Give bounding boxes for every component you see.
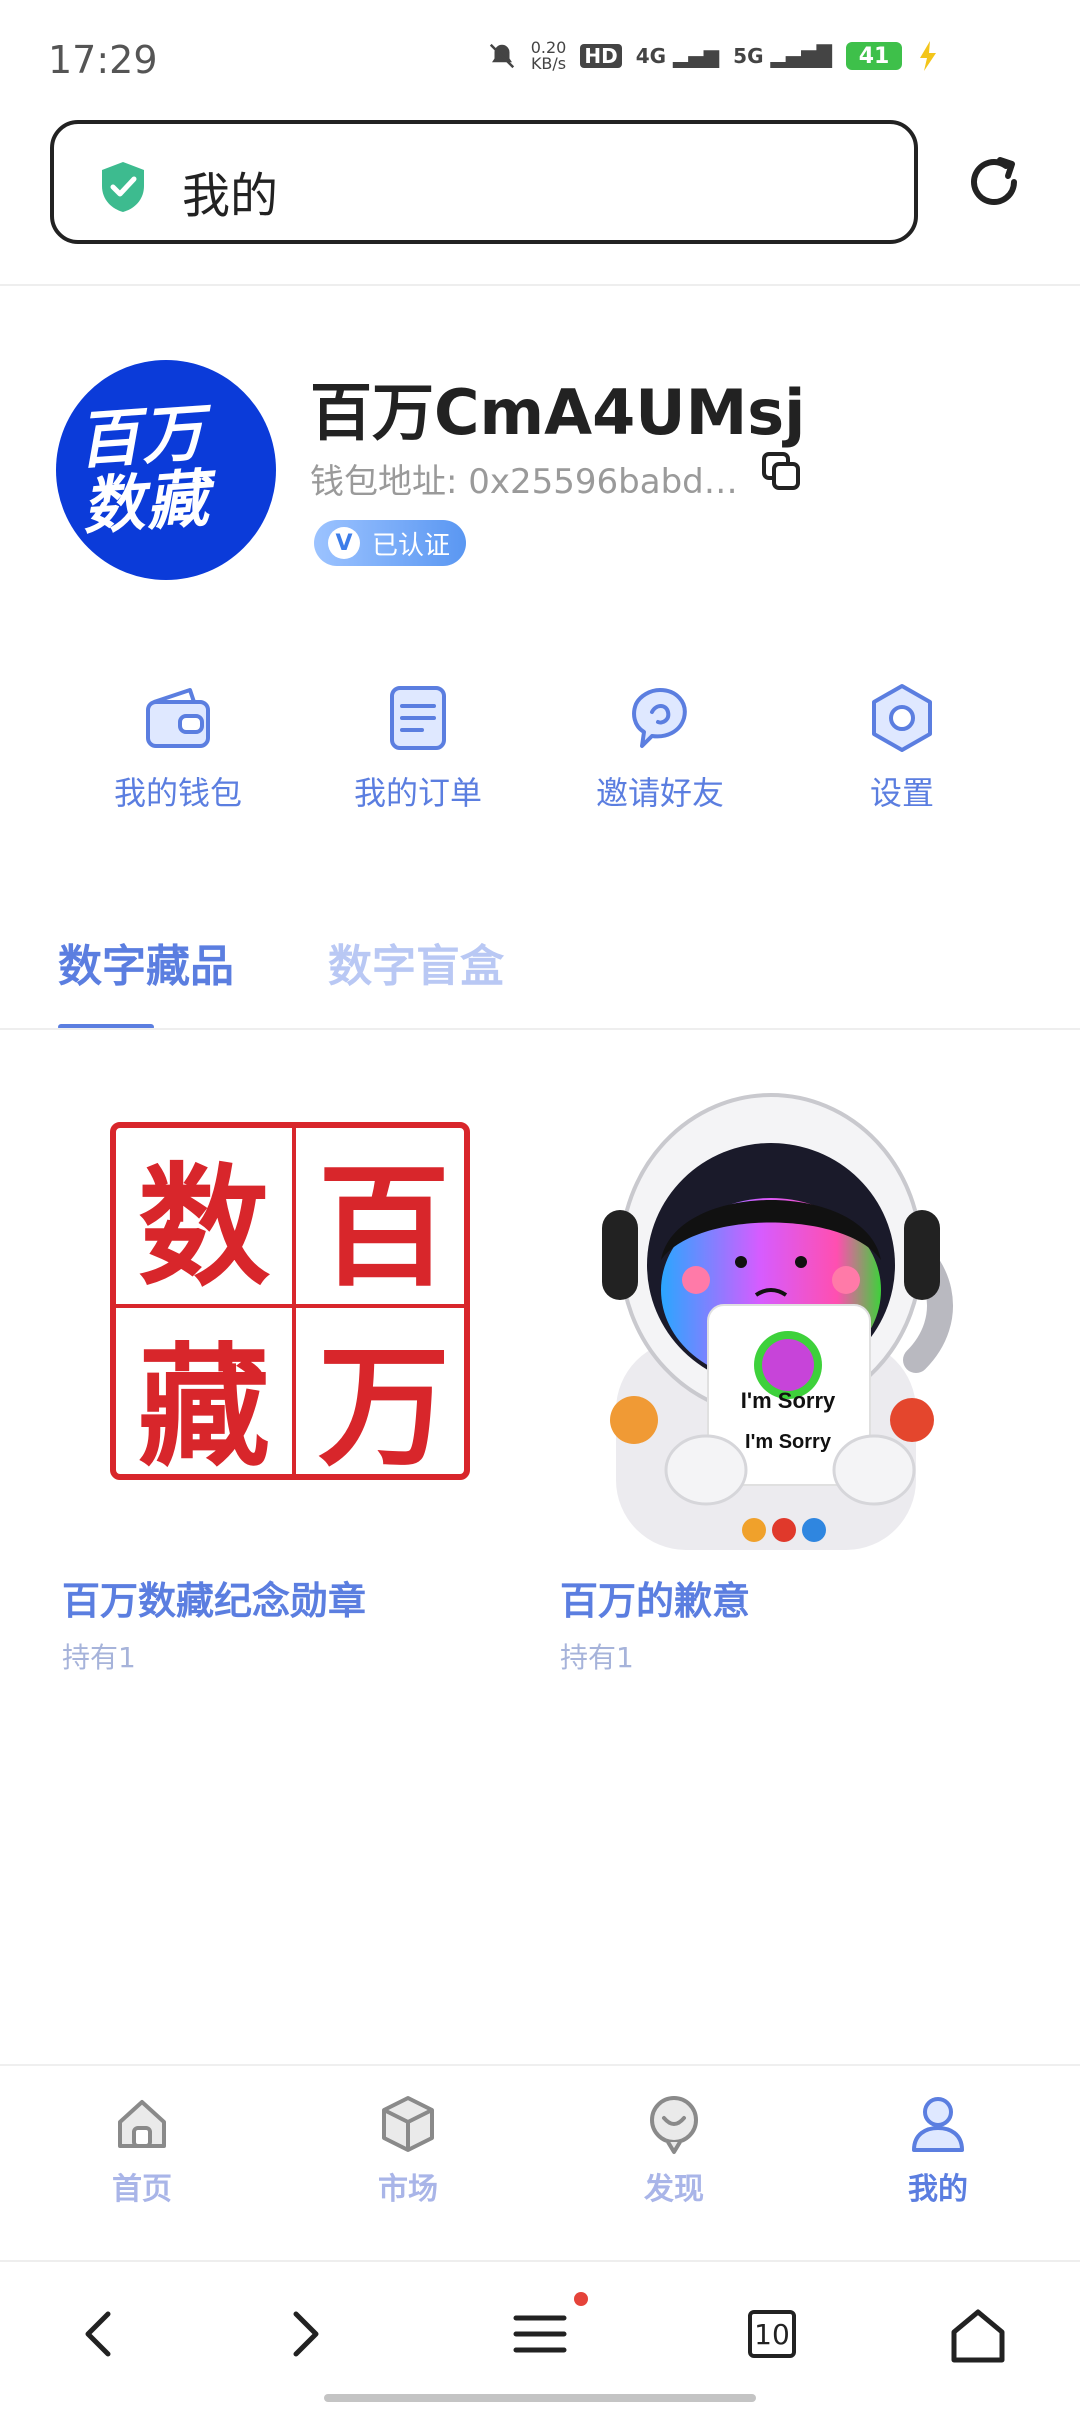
- discover-icon: [650, 2096, 698, 2154]
- home-indicator[interactable]: [324, 2394, 756, 2402]
- invite-icon: [632, 688, 687, 748]
- tab-digital-collectibles[interactable]: 数字藏品: [58, 930, 234, 994]
- seal-stamp: 数 百 藏 万: [110, 1122, 470, 1485]
- username: 百万CmA4UMsj: [310, 376, 806, 449]
- market-box-icon: [382, 2096, 434, 2152]
- battery-icon: 41: [846, 42, 902, 70]
- refresh-icon[interactable]: [962, 150, 1026, 214]
- orders-icon: [390, 686, 446, 750]
- home-icon: [118, 2100, 166, 2148]
- avatar[interactable]: 百万 数藏: [56, 360, 276, 580]
- nav-market[interactable]: 市场: [328, 2092, 488, 2208]
- quick-action-label: 我的订单: [353, 774, 482, 812]
- tab-count-button[interactable]: 10: [748, 2310, 796, 2358]
- tab-blind-box[interactable]: 数字盲盒: [328, 930, 504, 994]
- forward-icon[interactable]: [280, 2306, 328, 2362]
- notification-dot: [574, 2292, 588, 2306]
- quick-action-wallet[interactable]: 我的钱包: [68, 680, 288, 814]
- net-speed: 0.20 KB/s: [530, 38, 567, 73]
- page-title: 我的: [182, 168, 279, 224]
- menu-icon: [513, 2315, 567, 2353]
- home-tab-icon[interactable]: [948, 2306, 1008, 2366]
- astronaut-illustration: I'm Sorry I'm Sorry: [602, 1093, 953, 1550]
- quick-action-label: 我的钱包: [113, 774, 242, 812]
- back-icon[interactable]: [76, 2306, 124, 2362]
- nav-home[interactable]: 首页: [62, 2092, 222, 2208]
- collectible-name: 百万数藏纪念勋章: [62, 1579, 367, 1623]
- secure-shield-icon: [102, 162, 144, 212]
- quick-action-label: 设置: [869, 774, 934, 812]
- collection-card[interactable]: I'm Sorry I'm Sorry 百万的歉意 持有1: [556, 1090, 996, 1674]
- wallet-icon: [146, 688, 210, 748]
- quick-action-settings[interactable]: 设置: [792, 680, 1012, 814]
- wallet-address: 钱包地址: 0x25596babd8bf…: [310, 462, 750, 502]
- menu-button[interactable]: [512, 2292, 588, 2366]
- status-icons: 0.20 KB/s HD 4G ▂▄▆ 5G ▂▄▆█ 41: [487, 40, 940, 72]
- signal-4g-icon: 4G ▂▄▆: [635, 44, 720, 68]
- tabs-divider: [0, 1028, 1080, 1030]
- verified-badge: V 已认证: [314, 520, 466, 566]
- nav-profile[interactable]: 我的: [858, 2092, 1018, 2208]
- collectible-holding: 持有1: [62, 1641, 136, 1674]
- collection-card[interactable]: 数 百 藏 万 百万数藏纪念勋章 持有1: [58, 1090, 498, 1674]
- browser-toolbar: 10: [0, 2260, 1080, 2410]
- card-text-1: I'm Sorry: [741, 1388, 836, 1413]
- card-text-2: I'm Sorry: [745, 1431, 832, 1453]
- avatar-logo: 百万 数藏: [75, 395, 213, 544]
- profile-icon: [912, 2097, 964, 2152]
- astronaut-sorry-image: I'm Sorry I'm Sorry: [556, 1090, 996, 1550]
- medal-seal-image: 数 百 藏 万: [58, 1090, 498, 1550]
- nav-discover[interactable]: 发现: [594, 2092, 754, 2208]
- quick-action-orders[interactable]: 我的订单: [308, 680, 528, 814]
- signal-5g-icon: 5G ▂▄▆█: [733, 44, 832, 68]
- copy-icon[interactable]: [760, 450, 804, 494]
- collectible-name: 百万的歉意: [560, 1579, 751, 1623]
- mute-bell-icon: [489, 43, 514, 69]
- address-bar[interactable]: 我的: [50, 120, 918, 244]
- header-divider: [0, 284, 1080, 286]
- settings-icon: [872, 684, 932, 752]
- bottom-nav: 首页 市场 发现 我的: [0, 2064, 1080, 2262]
- collectible-holding: 持有1: [560, 1641, 634, 1674]
- charging-icon: [920, 41, 936, 71]
- hd-icon: HD: [580, 44, 622, 68]
- quick-action-invite[interactable]: 邀请好友: [550, 680, 770, 814]
- verified-icon: V: [328, 527, 360, 559]
- status-time: 17:29: [48, 38, 158, 82]
- quick-action-label: 邀请好友: [595, 774, 724, 812]
